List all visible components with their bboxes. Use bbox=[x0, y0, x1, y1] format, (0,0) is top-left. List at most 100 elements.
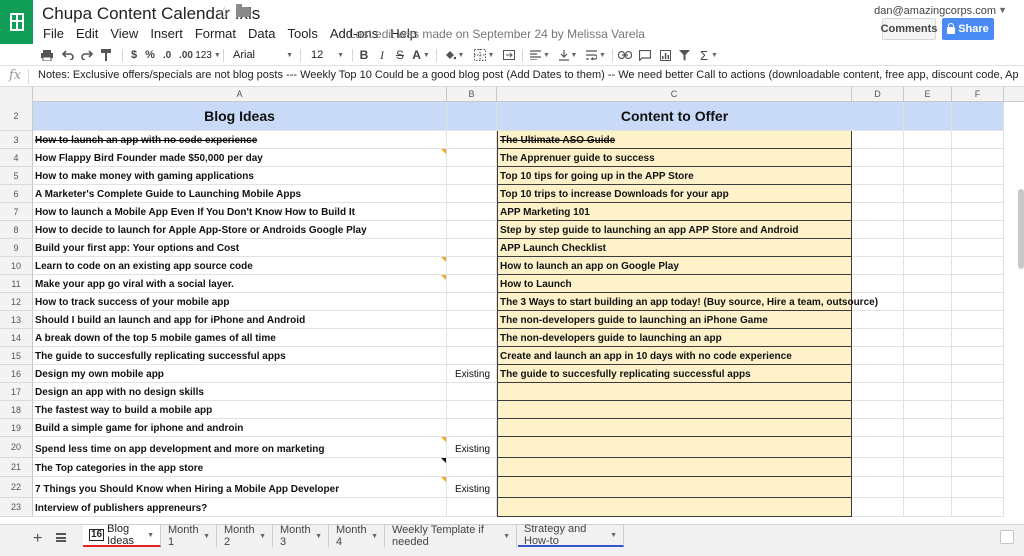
status-cell[interactable] bbox=[447, 275, 497, 293]
menu-file[interactable]: File bbox=[43, 26, 71, 41]
content-offer-cell[interactable]: The 3 Ways to start building an app toda… bbox=[497, 293, 878, 311]
empty-cell-d[interactable] bbox=[852, 221, 904, 239]
empty-cell-e[interactable] bbox=[904, 167, 952, 185]
row-number[interactable]: 4 bbox=[0, 149, 33, 167]
content-offer-cell[interactable]: How to Launch bbox=[497, 275, 852, 293]
empty-cell-f[interactable] bbox=[952, 498, 1004, 517]
account-chevron-down-icon[interactable]: ▼ bbox=[998, 5, 1007, 15]
row-number[interactable]: 14 bbox=[0, 329, 33, 347]
borders-button[interactable]: ▼ bbox=[470, 47, 498, 63]
empty-cell-f[interactable] bbox=[952, 437, 1004, 458]
currency-format-button[interactable]: $ bbox=[128, 47, 140, 63]
tab-blog-ideas[interactable]: 16 Blog Ideas ▼ bbox=[83, 523, 161, 547]
header-cell-f[interactable] bbox=[952, 102, 1004, 131]
content-offer-cell[interactable]: The non-developers guide to launching an… bbox=[497, 329, 852, 347]
empty-cell-f[interactable] bbox=[952, 458, 1004, 477]
formula-input[interactable]: Notes: Exclusive offers/specials are not… bbox=[38, 69, 1018, 81]
empty-cell-f[interactable] bbox=[952, 239, 1004, 257]
tab-month-2[interactable]: Month 2 ▼ bbox=[218, 524, 273, 548]
empty-cell-f[interactable] bbox=[952, 419, 1004, 437]
empty-cell-e[interactable] bbox=[904, 293, 952, 311]
undo-icon[interactable] bbox=[61, 47, 75, 63]
empty-cell-d[interactable] bbox=[852, 498, 904, 517]
empty-cell-e[interactable] bbox=[904, 477, 952, 498]
empty-cell-e[interactable] bbox=[904, 185, 952, 203]
empty-cell-d[interactable] bbox=[852, 203, 904, 221]
blog-idea-cell[interactable]: Design an app with no design skills bbox=[33, 383, 447, 401]
row-number[interactable]: 2 bbox=[0, 102, 33, 131]
status-cell[interactable] bbox=[447, 498, 497, 517]
tab-month-4[interactable]: Month 4 ▼ bbox=[330, 524, 385, 548]
content-offer-cell[interactable]: How to launch an app on Google Play bbox=[497, 257, 852, 275]
empty-cell-f[interactable] bbox=[952, 257, 1004, 275]
empty-cell-d[interactable] bbox=[852, 347, 904, 365]
cell-note-marker-icon[interactable] bbox=[441, 477, 446, 482]
empty-cell-f[interactable] bbox=[952, 365, 1004, 383]
empty-cell-d[interactable] bbox=[852, 293, 904, 311]
column-header-d[interactable]: D bbox=[852, 87, 904, 102]
row-number[interactable]: 5 bbox=[0, 167, 33, 185]
empty-cell-e[interactable] bbox=[904, 347, 952, 365]
row-number[interactable]: 19 bbox=[0, 419, 33, 437]
empty-cell-f[interactable] bbox=[952, 383, 1004, 401]
menu-data[interactable]: Data bbox=[248, 26, 282, 41]
status-cell[interactable] bbox=[447, 221, 497, 239]
column-header-b[interactable]: B bbox=[447, 87, 497, 102]
insert-link-icon[interactable] bbox=[617, 47, 633, 63]
empty-cell-f[interactable] bbox=[952, 131, 1004, 149]
empty-cell-e[interactable] bbox=[904, 149, 952, 167]
column-header-c[interactable]: C bbox=[497, 87, 852, 102]
blog-idea-cell[interactable]: Make your app go viral with a social lay… bbox=[33, 275, 447, 293]
all-sheets-menu-icon[interactable] bbox=[56, 533, 66, 542]
empty-cell-e[interactable] bbox=[904, 401, 952, 419]
last-edit-link[interactable]: Last edit was made on September 24 by Me… bbox=[349, 27, 645, 41]
empty-cell-e[interactable] bbox=[904, 275, 952, 293]
empty-cell-d[interactable] bbox=[852, 167, 904, 185]
share-button[interactable]: Share bbox=[942, 18, 994, 40]
empty-cell-e[interactable] bbox=[904, 239, 952, 257]
empty-cell-d[interactable] bbox=[852, 419, 904, 437]
blog-idea-cell[interactable]: The fastest way to build a mobile app bbox=[33, 401, 447, 419]
empty-cell-f[interactable] bbox=[952, 347, 1004, 365]
filter-icon[interactable] bbox=[677, 47, 691, 63]
content-offer-cell[interactable] bbox=[497, 383, 852, 401]
empty-cell-e[interactable] bbox=[904, 221, 952, 239]
status-cell[interactable]: Existing bbox=[447, 437, 497, 458]
empty-cell-e[interactable] bbox=[904, 329, 952, 347]
row-number[interactable]: 22 bbox=[0, 477, 33, 498]
empty-cell-f[interactable] bbox=[952, 221, 1004, 239]
content-offer-cell[interactable] bbox=[497, 419, 852, 437]
insert-comment-icon[interactable] bbox=[638, 47, 652, 63]
blog-idea-cell[interactable]: The Top categories in the app store bbox=[33, 458, 447, 477]
empty-cell-f[interactable] bbox=[952, 477, 1004, 498]
empty-cell-d[interactable] bbox=[852, 437, 904, 458]
content-offer-cell[interactable]: APP Launch Checklist bbox=[497, 239, 852, 257]
cell-note-marker-icon[interactable] bbox=[441, 458, 446, 463]
row-number[interactable]: 3 bbox=[0, 131, 33, 149]
content-offer-cell[interactable]: The Apprenuer guide to success bbox=[497, 149, 852, 167]
menu-edit[interactable]: Edit bbox=[76, 26, 105, 41]
paint-format-icon[interactable] bbox=[99, 47, 113, 63]
empty-cell-e[interactable] bbox=[904, 311, 952, 329]
status-cell[interactable] bbox=[447, 311, 497, 329]
status-cell[interactable] bbox=[447, 149, 497, 167]
vertical-align-button[interactable]: ▼ bbox=[556, 47, 580, 63]
empty-cell-d[interactable] bbox=[852, 311, 904, 329]
content-to-offer-header[interactable]: Content to Offer bbox=[497, 102, 852, 131]
content-offer-cell[interactable]: Step by step guide to launching an app A… bbox=[497, 221, 852, 239]
blog-idea-cell[interactable]: A break down of the top 5 mobile games o… bbox=[33, 329, 447, 347]
empty-cell-e[interactable] bbox=[904, 437, 952, 458]
row-number[interactable]: 23 bbox=[0, 498, 33, 517]
empty-cell-e[interactable] bbox=[904, 383, 952, 401]
status-cell[interactable] bbox=[447, 131, 497, 149]
column-header-f[interactable]: F bbox=[952, 87, 1004, 102]
blog-idea-cell[interactable]: How to decide to launch for Apple App-St… bbox=[33, 221, 447, 239]
content-offer-cell[interactable] bbox=[497, 437, 852, 458]
row-number[interactable]: 21 bbox=[0, 458, 33, 477]
add-sheet-button[interactable]: + bbox=[33, 530, 42, 548]
text-wrapping-button[interactable]: ▼ bbox=[584, 47, 608, 63]
tab-month-1[interactable]: Month 1 ▼ bbox=[162, 524, 217, 548]
status-cell[interactable] bbox=[447, 293, 497, 311]
header-cell-b[interactable] bbox=[447, 102, 497, 131]
status-cell[interactable] bbox=[447, 419, 497, 437]
